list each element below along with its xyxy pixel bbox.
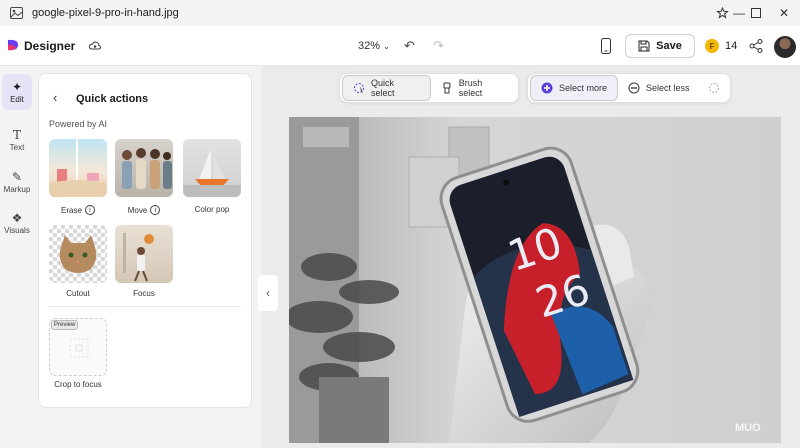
- quick-select-button[interactable]: Quick select: [342, 75, 431, 101]
- reset-selection-button[interactable]: [700, 75, 728, 101]
- left-rail: ✦ Edit T Text ✎ Markup ❖ Visuals: [0, 66, 32, 448]
- title-bar: google-pixel-9-pro-in-hand.jpg — ✕: [0, 0, 800, 26]
- erase-tile[interactable]: [49, 139, 107, 197]
- designer-logo-icon: [8, 39, 18, 51]
- cat-thumbnail: [59, 235, 97, 273]
- brush-select-button[interactable]: Brush select: [431, 75, 518, 101]
- powered-by-label: Powered by AI: [49, 119, 108, 129]
- info-icon[interactable]: i: [84, 205, 95, 215]
- quick-actions-panel: ‹ Quick actions Powered by AI Erase i Mov…: [38, 73, 252, 408]
- quick-select-icon: [353, 83, 364, 93]
- redo-icon[interactable]: ↷: [433, 38, 444, 54]
- erase-label: Erase i: [43, 205, 113, 215]
- people-thumbnail: [122, 148, 172, 189]
- reset-selection-icon: [708, 83, 719, 93]
- rail-item-edit[interactable]: ✦ Edit: [2, 74, 32, 110]
- avatar[interactable]: [774, 36, 796, 58]
- coin-icon: F: [705, 39, 719, 53]
- rail-item-visuals[interactable]: ❖ Visuals: [2, 205, 32, 241]
- pen-icon: ✎: [11, 169, 23, 184]
- cutout-tile[interactable]: [49, 225, 107, 283]
- app-name: Designer: [24, 39, 76, 53]
- refine-selection-toolbar: Select more Select less: [527, 73, 731, 103]
- close-button[interactable]: ✕: [768, 0, 800, 26]
- rail-item-text[interactable]: T Text: [2, 122, 32, 158]
- section-divider: [49, 306, 241, 307]
- cutout-label: Cutout: [66, 289, 90, 298]
- selection-mode-toolbar: Quick select Brush select: [339, 73, 519, 103]
- minus-circle-icon: [628, 82, 640, 94]
- shapes-icon: ❖: [11, 210, 23, 225]
- photo-canvas-image[interactable]: 10 26 MUO: [289, 117, 781, 443]
- move-tile[interactable]: [115, 139, 173, 197]
- phone-in-hand-photo: 10 26 MUO: [289, 117, 781, 443]
- focus-tile[interactable]: [115, 225, 173, 283]
- color-pop-label: Color pop: [194, 205, 230, 214]
- cloud-save-icon[interactable]: [88, 39, 102, 53]
- chevron-down-icon: ⌄: [383, 42, 390, 51]
- back-arrow-icon[interactable]: ‹: [53, 90, 57, 105]
- crop-to-focus-label: Crop to focus: [54, 380, 102, 389]
- preview-badge: Preview: [51, 320, 79, 330]
- share-icon[interactable]: [748, 38, 764, 54]
- move-label: Move i: [109, 205, 179, 215]
- select-more-button[interactable]: Select more: [530, 75, 619, 101]
- collapse-panel-button[interactable]: ‹: [258, 275, 278, 311]
- undo-icon[interactable]: ↶: [404, 38, 415, 54]
- credits-counter[interactable]: F 14: [705, 39, 737, 53]
- focus-label: Focus: [133, 289, 155, 298]
- beach-thumbnail: [49, 139, 107, 197]
- rail-item-markup[interactable]: ✎ Markup: [2, 164, 32, 200]
- plus-circle-icon: [541, 82, 553, 94]
- color-pop-tile[interactable]: [183, 139, 241, 197]
- mobile-view-icon[interactable]: [598, 37, 614, 55]
- save-button[interactable]: Save: [625, 34, 695, 58]
- info-icon[interactable]: i: [150, 205, 161, 215]
- sparkle-icon: ✦: [11, 79, 23, 94]
- brush-icon: [443, 82, 451, 94]
- text-icon: T: [12, 127, 21, 142]
- zoom-dropdown[interactable]: 32% ⌄: [358, 40, 390, 52]
- select-less-button[interactable]: Select less: [618, 75, 700, 101]
- sailboat-thumbnail: [183, 149, 241, 197]
- save-icon: [638, 40, 650, 52]
- image-file-icon: [10, 7, 23, 19]
- watermark: MUO: [735, 422, 761, 434]
- basketball-thumbnail: [123, 233, 154, 282]
- window-title: google-pixel-9-pro-in-hand.jpg: [32, 7, 179, 19]
- panel-title: Quick actions: [76, 93, 149, 105]
- app-bar: Designer 32% ⌄ ↶ ↷ Save F 14: [0, 26, 800, 66]
